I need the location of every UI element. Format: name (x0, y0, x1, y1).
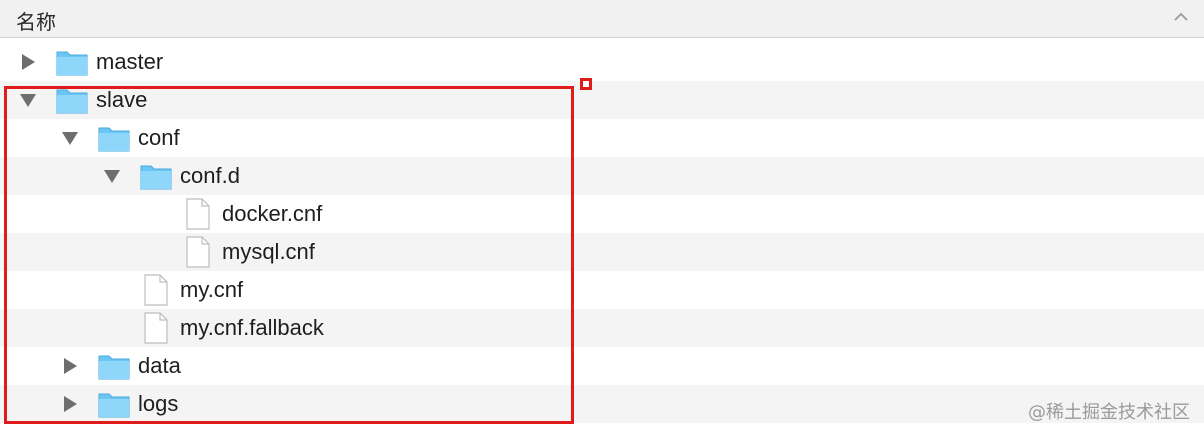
folder-icon (98, 355, 130, 380)
tree-row-mysql-cnf[interactable]: mysql.cnf (0, 233, 1204, 271)
tree-row-my-cnf[interactable]: my.cnf (0, 271, 1204, 309)
tree-item-label: my.cnf.fallback (180, 315, 324, 340)
disclosure-expanded-icon[interactable] (102, 166, 122, 186)
watermark: @稀土掘金技术社区 (1028, 402, 1190, 423)
folder-icon (56, 89, 88, 114)
disclosure-collapsed-icon[interactable] (18, 52, 38, 72)
tree-item-label: my.cnf (180, 277, 244, 302)
tree-row-data[interactable]: data (0, 347, 1204, 385)
file-icon (144, 312, 168, 344)
tree-row-master[interactable]: master (0, 43, 1204, 81)
folder-icon (56, 51, 88, 76)
highlight-resize-handle (580, 78, 592, 90)
tree-item-label: docker.cnf (222, 201, 323, 226)
disclosure-expanded-icon[interactable] (18, 90, 38, 110)
tree-item-label: conf.d (180, 163, 240, 188)
disclosure-collapsed-icon[interactable] (60, 394, 80, 414)
tree-item-label: logs (138, 391, 179, 416)
tree-item-label: master (96, 49, 164, 74)
disclosure-expanded-icon[interactable] (60, 128, 80, 148)
tree-item-label: conf (138, 125, 180, 150)
file-icon (186, 236, 210, 268)
folder-icon (98, 127, 130, 152)
tree-row-docker-cnf[interactable]: docker.cnf (0, 195, 1204, 233)
tree-row-conf[interactable]: conf (0, 119, 1204, 157)
tree-item-label: slave (96, 87, 148, 112)
folder-icon (98, 393, 130, 418)
column-header[interactable]: 名称 (0, 0, 1204, 38)
tree-row-logs[interactable]: logs (0, 385, 1204, 423)
folder-icon (140, 165, 172, 190)
tree-item-label: mysql.cnf (222, 239, 315, 264)
chevron-up-icon[interactable] (1172, 8, 1190, 26)
tree-row-my-cnf-fallback[interactable]: my.cnf.fallback (0, 309, 1204, 347)
file-browser-window: 名称 master slave conf conf.d docker.cnf m… (0, 0, 1204, 438)
file-icon (144, 274, 168, 306)
disclosure-collapsed-icon[interactable] (60, 356, 80, 376)
tree-row-conf-d[interactable]: conf.d (0, 157, 1204, 195)
name-column-title: 名称 (16, 10, 56, 34)
tree-row-slave[interactable]: slave (0, 81, 1204, 119)
tree-item-label: data (138, 353, 181, 378)
file-icon (186, 198, 210, 230)
